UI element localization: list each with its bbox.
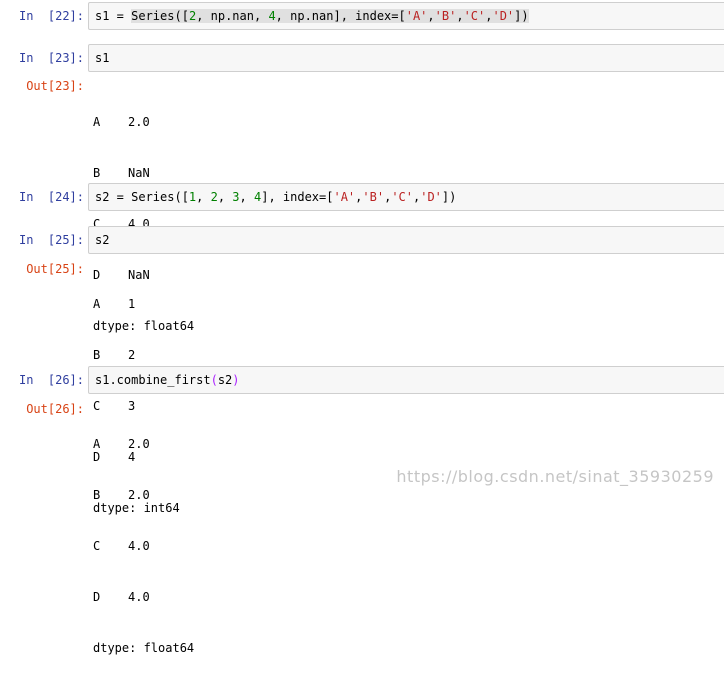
in-prompt: In [23]: xyxy=(18,51,84,65)
code-text: s2 xyxy=(95,233,110,247)
output-row: A 2.0 xyxy=(93,437,150,451)
code-input-22[interactable]: s1 = Series([2, np.nan, 4, np.nan], inde… xyxy=(88,2,724,30)
out-prompt: Out[23]: xyxy=(26,79,84,93)
output-dtype: dtype: float64 xyxy=(93,641,195,655)
code-input-24[interactable]: s2 = Series([1, 2, 3, 4], index=['A','B'… xyxy=(88,183,724,211)
in-prompt: In [25]: xyxy=(18,233,84,247)
code-input-26[interactable]: s1.combine_first(s2) xyxy=(88,366,724,394)
code-input-23[interactable]: s1 xyxy=(88,44,724,72)
code-text: s1 = Series([2, np.nan, 4, np.nan], inde… xyxy=(95,9,529,23)
output-row: D 4.0 xyxy=(93,590,150,604)
output-26: A 2.0 B 2.0 C 4.0 D 4.0 dtype: float64 xyxy=(93,402,194,691)
in-prompt: In [24]: xyxy=(18,190,84,204)
out-prompt: Out[25]: xyxy=(26,262,84,276)
out-prompt: Out[26]: xyxy=(26,402,84,416)
code-text: s2 = Series([1, 2, 3, 4], index=['A','B'… xyxy=(95,190,457,204)
watermark: https://blog.csdn.net/sinat_35930259 xyxy=(396,467,714,486)
code-text: s1 xyxy=(95,51,110,65)
in-prompt: In [22]: xyxy=(18,9,84,23)
code-input-25[interactable]: s2 xyxy=(88,226,724,254)
output-row: A1 xyxy=(93,297,136,311)
output-row: B NaN xyxy=(93,166,150,180)
output-row: B2 xyxy=(93,348,136,362)
in-prompt: In [26]: xyxy=(18,373,84,387)
output-row: C 4.0 xyxy=(93,539,150,553)
code-text: s1.combine_first(s2) xyxy=(95,373,240,387)
output-row: A 2.0 xyxy=(93,115,150,129)
